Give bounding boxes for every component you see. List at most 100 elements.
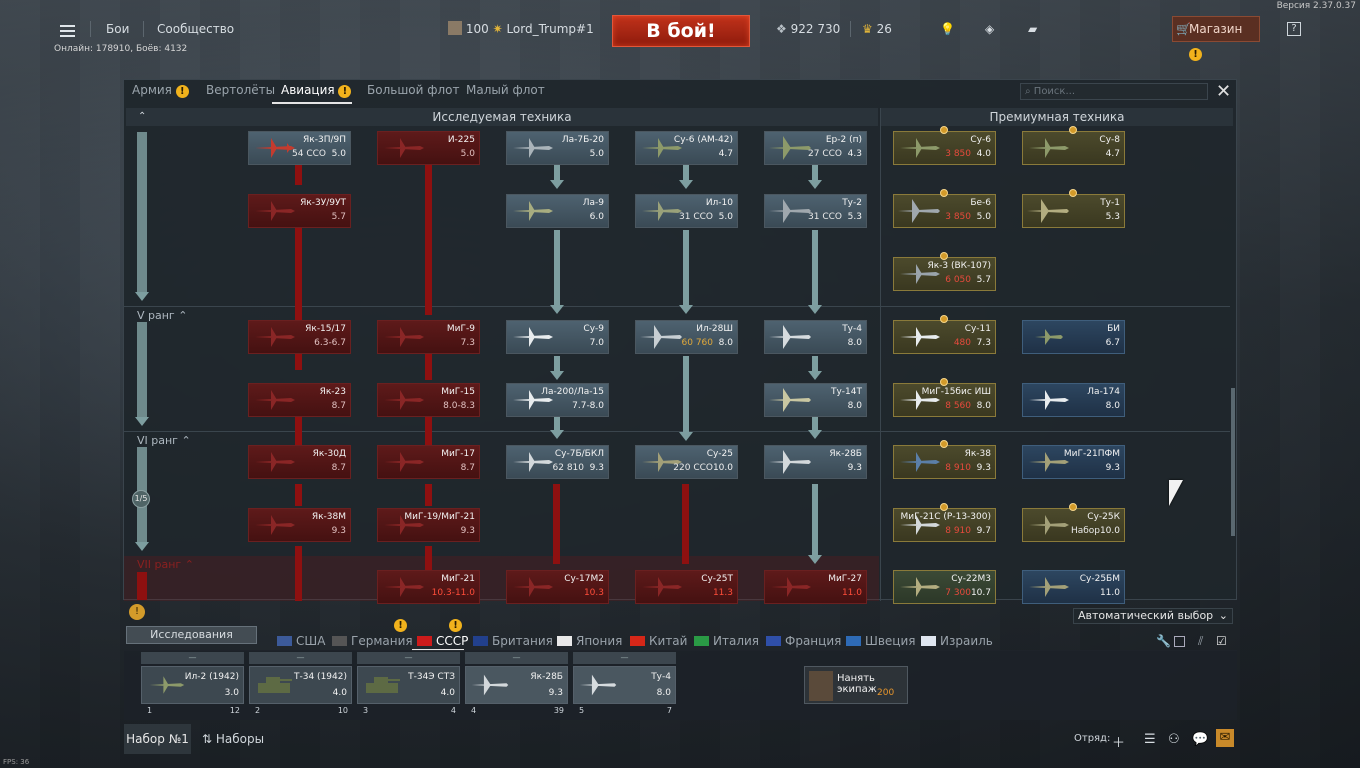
crew-slot[interactable]: — Ту-4 8.0 57: [573, 652, 676, 718]
nation-china[interactable]: Китай: [630, 634, 687, 648]
help-icon[interactable]: ?: [1287, 22, 1301, 36]
community-menu[interactable]: Сообщество: [157, 14, 234, 44]
list-icon[interactable]: ☰: [1144, 732, 1156, 747]
battles-menu[interactable]: Бои: [106, 14, 129, 44]
vehicle-card[interactable]: Ер-2 (п) 27 CCO 4.3: [764, 131, 867, 165]
vehicle-card[interactable]: Су-25 220 CCO 10.0: [635, 445, 738, 479]
nation-israel[interactable]: Израиль: [921, 634, 993, 648]
premium-vehicle-card[interactable]: Ла-174 8.0: [1022, 383, 1125, 417]
vehicle-card[interactable]: Ил-10 31 CCO 5.0: [635, 194, 738, 228]
checkbox[interactable]: [1174, 636, 1185, 647]
tab-aviation[interactable]: Авиация !: [281, 83, 352, 98]
vehicle-card[interactable]: МиГ-19/МиГ-21 9.3: [377, 508, 480, 542]
vehicle-card[interactable]: Су-6 (АМ-42) 4.7: [635, 131, 738, 165]
plane-icon: [900, 138, 940, 158]
vehicle-card[interactable]: Су-17М2 10.3: [506, 570, 609, 604]
premium-vehicle-card[interactable]: Су-8 4.7: [1022, 131, 1125, 165]
vehicle-card[interactable]: МиГ-21 10.3-11.0: [377, 570, 480, 604]
tab-bluewater-fleet[interactable]: Большой флот: [367, 83, 460, 97]
lightbulb-icon[interactable]: 💡: [940, 14, 955, 44]
page-indicator[interactable]: 1/5: [132, 490, 150, 508]
premium-vehicle-card[interactable]: МиГ-15бис ИШ 8 560 8.0: [893, 383, 996, 417]
filter-icon[interactable]: ⫽: [1198, 634, 1203, 649]
vehicle-card[interactable]: МиГ-15 8.0-8.3: [377, 383, 480, 417]
check-icon[interactable]: ☑: [1216, 634, 1227, 648]
vehicle-card[interactable]: Як-38М 9.3: [248, 508, 351, 542]
premium-vehicle-card[interactable]: Ту-1 5.3: [1022, 194, 1125, 228]
vehicle-card[interactable]: Як-15/17 6.3-6.7: [248, 320, 351, 354]
mail-icon[interactable]: ✉: [1216, 729, 1234, 747]
nation-japan[interactable]: Япония: [557, 634, 622, 648]
menu-hamburger-icon[interactable]: [56, 14, 80, 44]
vehicle-card[interactable]: Ил-28Ш 60 760 8.0: [635, 320, 738, 354]
nation-usa[interactable]: США: [277, 634, 325, 648]
vehicle-card[interactable]: Як-30Д 8.7: [248, 445, 351, 479]
coupons-icon[interactable]: ▰: [1028, 14, 1037, 44]
vehicle-card[interactable]: Ла-9 6.0: [506, 194, 609, 228]
research-button[interactable]: Исследования: [126, 626, 257, 644]
premium-vehicle-card[interactable]: Як-3 (ВК-107) 6 050 5.7: [893, 257, 996, 291]
vehicle-card[interactable]: И-225 5.0: [377, 131, 480, 165]
premium-vehicle-card[interactable]: Бе-6 3 850 5.0: [893, 194, 996, 228]
vehicle-card[interactable]: Су-9 7.0: [506, 320, 609, 354]
profile[interactable]: 100 ✷ Lord_Trump#1: [448, 14, 594, 44]
premium-vehicle-card[interactable]: Су-11 480 7.3: [893, 320, 996, 354]
tab-coastal-fleet[interactable]: Малый флот: [466, 83, 545, 97]
plane-icon: [898, 199, 940, 223]
preset-button[interactable]: Набор №1: [124, 724, 191, 754]
search-input[interactable]: ⌕ Поиск...: [1020, 83, 1208, 100]
premium-vehicle-card[interactable]: Як-38 8 910 9.3: [893, 445, 996, 479]
premium-vehicle-card[interactable]: МиГ-21ПФМ 9.3: [1022, 445, 1125, 479]
scrollbar[interactable]: [1231, 388, 1235, 536]
collapse-chevron-icon[interactable]: ⌃: [138, 108, 146, 126]
to-battle-button[interactable]: В бой!: [612, 15, 750, 47]
auto-select-dropdown[interactable]: Автоматический выбор ⌄: [1073, 608, 1233, 624]
nation-britain[interactable]: Британия: [473, 634, 553, 648]
premium-vehicle-card[interactable]: БИ 6.7: [1022, 320, 1125, 354]
hint-icon[interactable]: !: [129, 604, 145, 620]
gold-balance[interactable]: ♛ 26: [862, 14, 892, 44]
premium-vehicle-card[interactable]: Су-25БМ 11.0: [1022, 570, 1125, 604]
nation-germany[interactable]: Германия: [332, 634, 413, 648]
mouse-cursor-icon: [1169, 480, 1183, 506]
crew-slot[interactable]: — Т-34 (1942) 4.0 2 10: [249, 652, 352, 718]
close-icon[interactable]: ✕: [1216, 81, 1231, 102]
chat-icon[interactable]: 💬: [1192, 732, 1208, 747]
nation-france[interactable]: Франция: [766, 634, 841, 648]
crew-slot[interactable]: — Як-28Б 9.3 4 39: [465, 652, 568, 718]
premium-vehicle-card[interactable]: Су-22М3 7 300 10.7: [893, 570, 996, 604]
vehicle-card[interactable]: МиГ-17 8.7: [377, 445, 480, 479]
premium-vehicle-card[interactable]: Су-6 3 850 4.0: [893, 131, 996, 165]
vehicle-card[interactable]: Як-23 8.7: [248, 383, 351, 417]
vehicle-card[interactable]: Су-25Т 11.3: [635, 570, 738, 604]
premium-vehicle-card[interactable]: МиГ-21С (Р-13-300) 8 910 9.7: [893, 508, 996, 542]
vehicle-card[interactable]: Як-3У/9УТ 5.7: [248, 194, 351, 228]
silver-balance[interactable]: ❖ 922 730: [776, 14, 840, 44]
wrench-icon[interactable]: 🔧: [1156, 634, 1171, 648]
nation-ussr[interactable]: СССР: [417, 634, 468, 648]
vehicle-card[interactable]: Ла-7Б-20 5.0: [506, 131, 609, 165]
vehicle-card[interactable]: МиГ-9 7.3: [377, 320, 480, 354]
crew-slot[interactable]: — Т-34Э СТЗ 4.0 34: [357, 652, 460, 718]
vehicle-card[interactable]: Ту-14Т 8.0: [764, 383, 867, 417]
nation-sweden[interactable]: Швеция: [846, 634, 915, 648]
vehicle-card[interactable]: Ла-200/Ла-15 7.7-8.0: [506, 383, 609, 417]
vehicle-card[interactable]: МиГ-27 11.0: [764, 570, 867, 604]
add-squad-icon[interactable]: ＋: [1112, 732, 1125, 751]
premium-vehicle-card[interactable]: Су-25К Набор 10.0: [1022, 508, 1125, 542]
nation-italy[interactable]: Италия: [694, 634, 759, 648]
hire-crew-button[interactable]: Нанять экипаж 200: [804, 666, 908, 704]
active-tab-indicator: [272, 102, 352, 104]
tab-army[interactable]: Армия !: [132, 83, 189, 98]
vehicle-card[interactable]: Як-3П/9П 54 CCO 5.0: [248, 131, 351, 165]
vehicle-card[interactable]: Су-7Б/БКЛ 62 810 9.3: [506, 445, 609, 479]
contacts-icon[interactable]: ⚇: [1168, 732, 1180, 747]
shop-button[interactable]: 🛒 Магазин !: [1172, 16, 1260, 61]
tab-helicopters[interactable]: Вертолёты: [206, 83, 275, 97]
presets-button[interactable]: ⇅ Наборы: [202, 724, 264, 754]
crew-slot[interactable]: — Ил-2 (1942) 3.0 1 12: [141, 652, 244, 718]
vehicle-card[interactable]: Ту-4 8.0: [764, 320, 867, 354]
battlepass-icon[interactable]: ◈: [985, 14, 994, 44]
vehicle-card[interactable]: Ту-2 31 CCO 5.3: [764, 194, 867, 228]
vehicle-card[interactable]: Як-28Б 9.3: [764, 445, 867, 479]
